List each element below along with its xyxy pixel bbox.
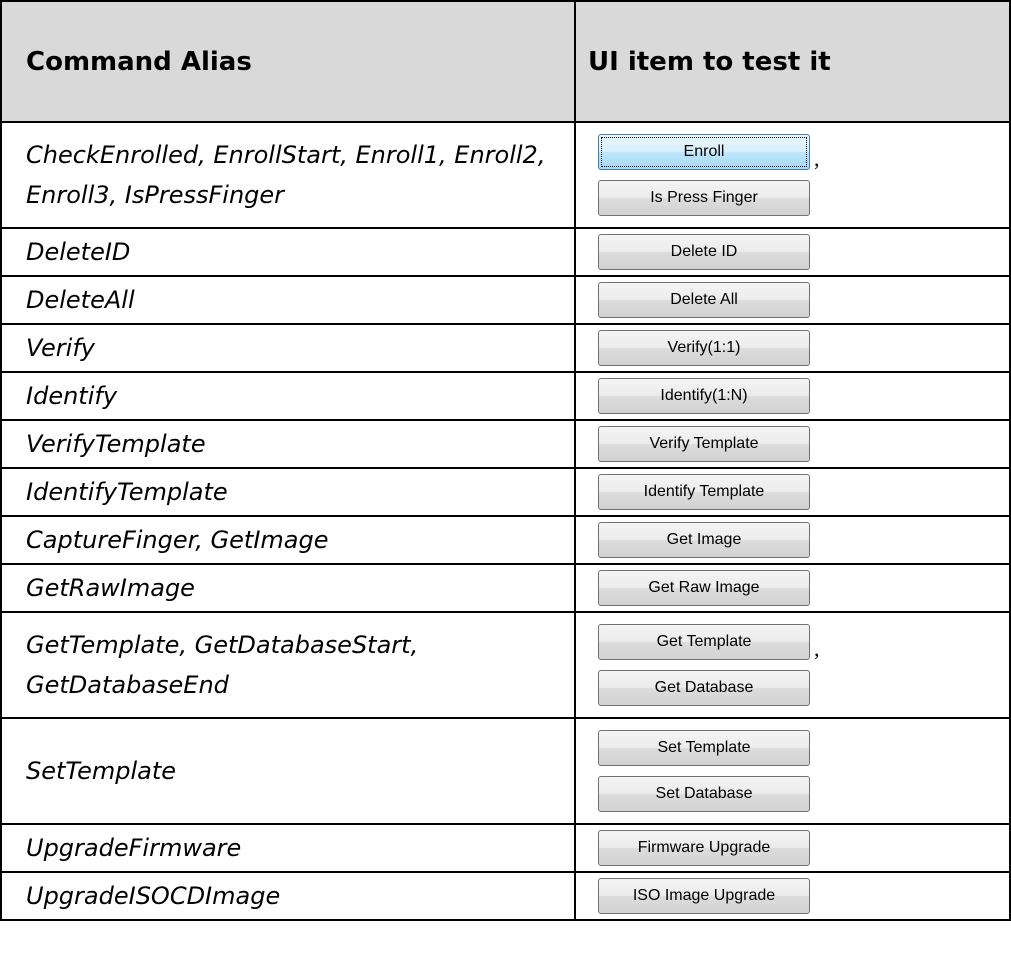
- ui-item-cell: Set Template Set Database: [574, 717, 1011, 825]
- set-template-button[interactable]: Set Template: [598, 730, 810, 766]
- alias-cell: CaptureFinger, GetImage: [0, 515, 576, 565]
- table-row: CheckEnrolled, EnrollStart, Enroll1, Enr…: [0, 121, 1011, 229]
- firmware-upgrade-button[interactable]: Firmware Upgrade: [598, 830, 810, 866]
- iso-image-upgrade-button[interactable]: ISO Image Upgrade: [598, 878, 810, 914]
- get-template-button[interactable]: Get Template: [598, 624, 810, 660]
- verify-template-button[interactable]: Verify Template: [598, 426, 810, 462]
- alias-cell: IdentifyTemplate: [0, 467, 576, 517]
- alias-cell: DeleteID: [0, 227, 576, 277]
- separator-comma: ,: [814, 636, 820, 661]
- verify-button[interactable]: Verify(1:1): [598, 330, 810, 366]
- get-image-button[interactable]: Get Image: [598, 522, 810, 558]
- ui-item-cell: Get Image: [574, 515, 1011, 565]
- ui-item-cell: Delete ID: [574, 227, 1011, 277]
- get-raw-image-button[interactable]: Get Raw Image: [598, 570, 810, 606]
- table-header-row: Command Alias UI item to test it: [0, 0, 1011, 123]
- ui-item-cell: Identify(1:N): [574, 371, 1011, 421]
- table-row: IdentifyTemplate Identify Template: [0, 467, 1011, 517]
- table-row: DeleteAll Delete All: [0, 275, 1011, 325]
- get-database-button[interactable]: Get Database: [598, 670, 810, 706]
- alias-cell: CheckEnrolled, EnrollStart, Enroll1, Enr…: [0, 121, 576, 229]
- table-row: Verify Verify(1:1): [0, 323, 1011, 373]
- alias-cell: SetTemplate: [0, 717, 576, 825]
- table-row: VerifyTemplate Verify Template: [0, 419, 1011, 469]
- ui-item-cell: Verify(1:1): [574, 323, 1011, 373]
- alias-cell: UpgradeISOCDImage: [0, 871, 576, 921]
- alias-cell: UpgradeFirmware: [0, 823, 576, 873]
- delete-all-button[interactable]: Delete All: [598, 282, 810, 318]
- ui-item-cell: Delete All: [574, 275, 1011, 325]
- alias-cell: GetRawImage: [0, 563, 576, 613]
- command-table: Command Alias UI item to test it CheckEn…: [0, 0, 1011, 921]
- alias-cell: DeleteAll: [0, 275, 576, 325]
- table-row: DeleteID Delete ID: [0, 227, 1011, 277]
- alias-cell: Verify: [0, 323, 576, 373]
- separator-comma: ,: [814, 146, 820, 171]
- alias-cell: GetTemplate, GetDatabaseStart, GetDataba…: [0, 611, 576, 719]
- table-row: UpgradeISOCDImage ISO Image Upgrade: [0, 871, 1011, 921]
- identify-button[interactable]: Identify(1:N): [598, 378, 810, 414]
- ui-item-cell: Get Template , Get Database: [574, 611, 1011, 719]
- ui-item-cell: Get Raw Image: [574, 563, 1011, 613]
- table-row: CaptureFinger, GetImage Get Image: [0, 515, 1011, 565]
- alias-cell: Identify: [0, 371, 576, 421]
- ui-item-cell: Enroll , Is Press Finger: [574, 121, 1011, 229]
- is-press-finger-button[interactable]: Is Press Finger: [598, 180, 810, 216]
- header-ui-item: UI item to test it: [574, 0, 1011, 123]
- delete-id-button[interactable]: Delete ID: [598, 234, 810, 270]
- set-database-button[interactable]: Set Database: [598, 776, 810, 812]
- identify-template-button[interactable]: Identify Template: [598, 474, 810, 510]
- ui-item-cell: Identify Template: [574, 467, 1011, 517]
- ui-item-cell: Verify Template: [574, 419, 1011, 469]
- table-row: UpgradeFirmware Firmware Upgrade: [0, 823, 1011, 873]
- table-row: Identify Identify(1:N): [0, 371, 1011, 421]
- table-row: GetTemplate, GetDatabaseStart, GetDataba…: [0, 611, 1011, 719]
- table-row: SetTemplate Set Template Set Database: [0, 717, 1011, 825]
- ui-item-cell: Firmware Upgrade: [574, 823, 1011, 873]
- ui-item-cell: ISO Image Upgrade: [574, 871, 1011, 921]
- table-row: GetRawImage Get Raw Image: [0, 563, 1011, 613]
- enroll-button[interactable]: Enroll: [598, 134, 810, 170]
- alias-cell: VerifyTemplate: [0, 419, 576, 469]
- header-command-alias: Command Alias: [0, 0, 576, 123]
